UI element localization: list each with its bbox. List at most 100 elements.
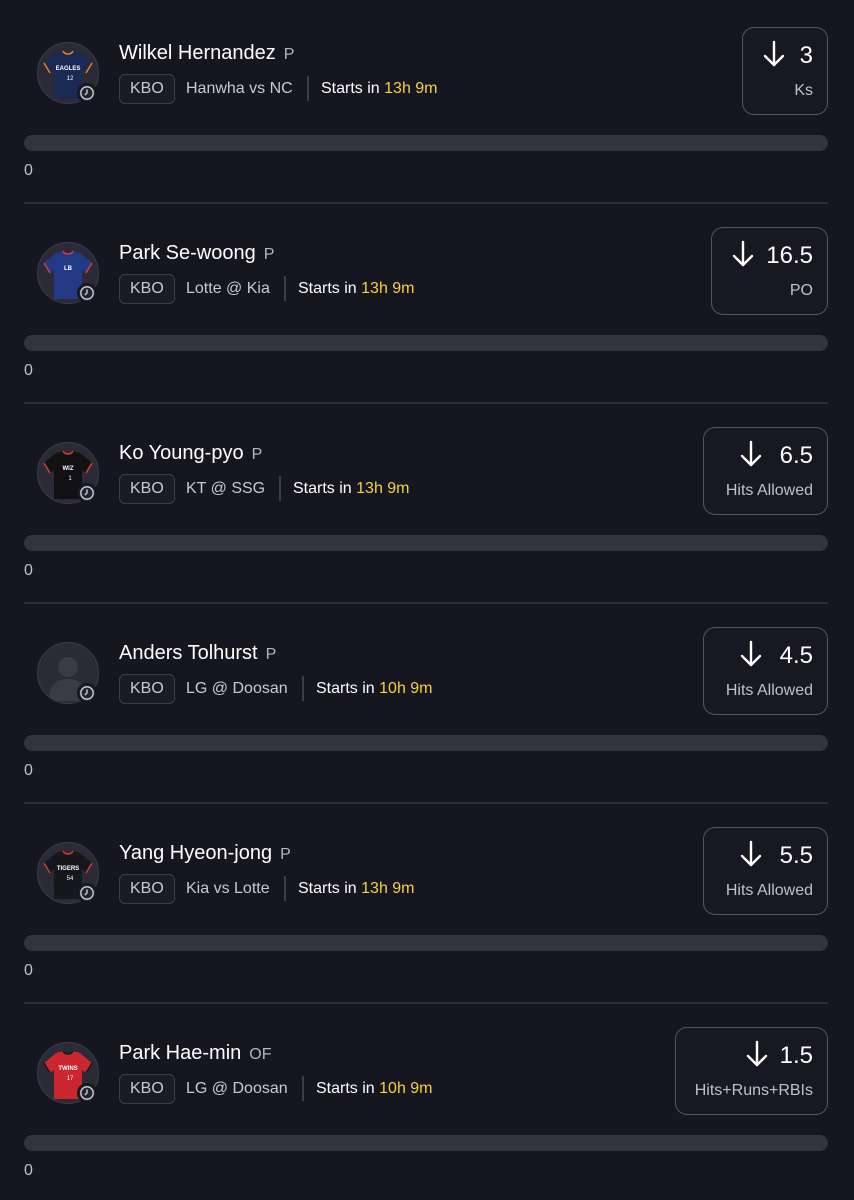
league-badge: KBO	[119, 74, 175, 104]
separator	[279, 476, 281, 501]
prop-stat-type: Hits+Runs+RBIs	[694, 1082, 813, 1099]
player-position: OF	[249, 1046, 272, 1063]
opponent: SSG	[231, 480, 266, 497]
league-badge: KBO	[119, 474, 175, 504]
arrow-down-icon	[740, 840, 762, 868]
start-time: Starts in 13h 9m	[298, 874, 415, 904]
prop-line-button[interactable]: 16.5 PO	[711, 227, 828, 315]
clock-icon	[77, 83, 97, 103]
player-name-row[interactable]: Yang Hyeon-jong P	[119, 841, 291, 867]
player-name-row[interactable]: Ko Young-pyo P	[119, 441, 262, 467]
progress-bar	[24, 1135, 828, 1151]
prop-line-button[interactable]: 3 Ks	[742, 27, 828, 115]
prop-line-value: 6.5	[779, 442, 813, 469]
start-time: Starts in 13h 9m	[298, 274, 415, 304]
team: LG	[186, 1080, 208, 1097]
league-badge: KBO	[119, 1074, 175, 1104]
league-badge: KBO	[119, 274, 175, 304]
team: Hanwha	[186, 80, 245, 97]
prop-line-button[interactable]: 4.5 Hits Allowed	[703, 627, 828, 715]
prop-line-value: 16.5	[766, 242, 813, 269]
player-prop-card[interactable]: EAGLES 12 Wilkel Hernandez P KBO Hanwha vs NC…	[0, 0, 854, 204]
prop-line-button[interactable]: 1.5 Hits+Runs+RBIs	[675, 1027, 828, 1115]
player-prop-card[interactable]: LB Park Se-woong P KBO Lotte @ Kia Starts in …	[0, 200, 854, 404]
player-name-row[interactable]: Anders Tolhurst P	[119, 641, 276, 667]
progress-bar	[24, 335, 828, 351]
arrow-down-icon	[740, 640, 762, 668]
opponent: Kia	[246, 280, 270, 297]
starts-label: Starts in	[321, 80, 380, 97]
player-prop-card[interactable]: TWINS 17 Park Hae-min OF KBO LG @ Doosan Start…	[0, 1000, 854, 1200]
starts-label: Starts in	[298, 280, 357, 297]
matchup-connector: @	[211, 680, 229, 697]
matchup: Hanwha vs NC	[186, 74, 293, 104]
start-time: Starts in 10h 9m	[316, 1074, 433, 1104]
player-name-row[interactable]: Wilkel Hernandez P	[119, 41, 294, 67]
clock-icon	[77, 1083, 97, 1103]
separator	[307, 76, 309, 101]
starts-countdown: 10h 9m	[379, 680, 433, 697]
player-position: P	[283, 46, 295, 63]
team: KT	[186, 480, 207, 497]
clock-icon	[77, 283, 97, 303]
svg-text:12: 12	[67, 76, 74, 82]
player-position: P	[251, 446, 263, 463]
player-name[interactable]: Park Se-woong	[119, 242, 256, 264]
prop-line-value: 1.5	[779, 1042, 813, 1069]
start-time: Starts in 10h 9m	[316, 674, 433, 704]
player-name[interactable]: Ko Young-pyo	[119, 442, 244, 464]
league-badge: KBO	[119, 874, 175, 904]
starts-label: Starts in	[316, 1080, 375, 1097]
prop-line-button[interactable]: 6.5 Hits Allowed	[703, 427, 828, 515]
progress-bar	[24, 935, 828, 951]
starts-label: Starts in	[316, 680, 375, 697]
league-badge: KBO	[119, 674, 175, 704]
progress-bar	[24, 535, 828, 551]
team: LG	[186, 680, 208, 697]
starts-countdown: 13h 9m	[384, 80, 438, 97]
matchup-connector: vs	[213, 880, 230, 897]
svg-text:EAGLES: EAGLES	[56, 66, 81, 72]
player-prop-card[interactable]: TIGERS 54 Yang Hyeon-jong P KBO Kia vs Lotte S…	[0, 800, 854, 1004]
prop-line-value: 4.5	[779, 642, 813, 669]
player-name[interactable]: Yang Hyeon-jong	[119, 842, 272, 864]
player-position: P	[263, 246, 275, 263]
prop-stat-type: Hits Allowed	[725, 682, 813, 699]
progress-bar	[24, 735, 828, 751]
matchup: LG @ Doosan	[186, 1074, 288, 1104]
svg-text:WIZ: WIZ	[63, 466, 74, 472]
arrow-down-icon	[740, 440, 762, 468]
prop-stat-type: Hits Allowed	[725, 482, 813, 499]
player-prop-card[interactable]: WIZ 1 Ko Young-pyo P KBO KT @ SSG Starts in 13…	[0, 400, 854, 604]
player-name-row[interactable]: Park Hae-min OF	[119, 1041, 271, 1067]
player-name[interactable]: Park Hae-min	[119, 1042, 241, 1064]
arrow-down-icon	[763, 40, 785, 68]
matchup-connector: @	[226, 280, 243, 297]
opponent: Doosan	[232, 680, 288, 697]
separator	[302, 1076, 304, 1101]
prop-line-button[interactable]: 5.5 Hits Allowed	[703, 827, 828, 915]
clock-icon	[77, 483, 97, 503]
start-time: Starts in 13h 9m	[293, 474, 410, 504]
starts-label: Starts in	[293, 480, 352, 497]
matchup: Kia vs Lotte	[186, 874, 270, 904]
player-name[interactable]: Wilkel Hernandez	[119, 42, 276, 64]
player-prop-card[interactable]: Anders Tolhurst P KBO LG @ Doosan Starts in …	[0, 600, 854, 804]
player-name[interactable]: Anders Tolhurst	[119, 642, 258, 664]
team: Lotte	[186, 280, 222, 297]
player-position: P	[280, 846, 291, 863]
matchup: KT @ SSG	[186, 474, 265, 504]
player-name-row[interactable]: Park Se-woong P	[119, 241, 274, 267]
separator	[284, 876, 286, 901]
progress-count: 0	[24, 162, 33, 179]
prop-stat-type: Ks	[794, 82, 813, 99]
progress-count: 0	[24, 562, 33, 579]
player-position: P	[265, 646, 277, 663]
progress-bar	[24, 135, 828, 151]
starts-countdown: 13h 9m	[361, 280, 415, 297]
svg-text:TIGERS: TIGERS	[57, 866, 79, 872]
starts-countdown: 10h 9m	[379, 1080, 433, 1097]
progress-count: 0	[24, 362, 33, 379]
progress-count: 0	[24, 962, 33, 979]
svg-text:TWINS: TWINS	[58, 1066, 77, 1072]
